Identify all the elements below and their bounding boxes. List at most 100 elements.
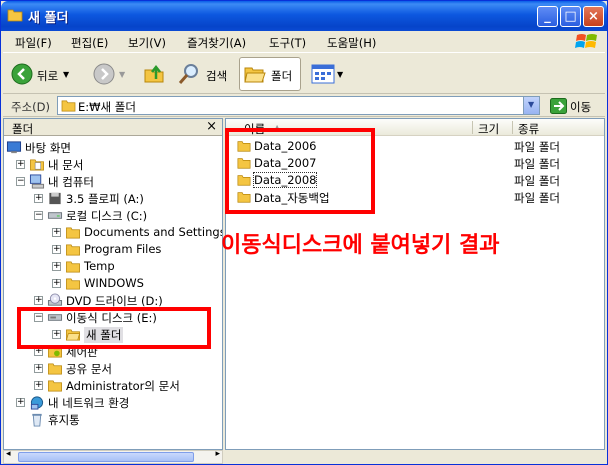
tree-item[interactable]: + 내 네트워크 환경 xyxy=(4,394,222,411)
file-type: 파일 폴더 xyxy=(514,140,560,154)
expand-icon[interactable]: + xyxy=(16,398,25,407)
dvd-icon xyxy=(47,292,63,308)
column-separator[interactable] xyxy=(512,121,513,134)
close-icon[interactable]: × xyxy=(206,119,217,134)
column-type[interactable]: 종류 xyxy=(518,121,539,137)
expand-icon[interactable]: + xyxy=(34,381,43,390)
back-button[interactable]: 뒤로 ▼ xyxy=(11,59,73,89)
folder-icon xyxy=(65,224,81,240)
tree-item-label: Temp xyxy=(84,259,115,273)
title-bar[interactable]: 새 폴더 _ □ × xyxy=(1,1,607,31)
views-icon xyxy=(311,64,335,84)
status-bar xyxy=(225,450,605,464)
address-input[interactable]: E:₩새 폴더 ▼ xyxy=(57,96,540,115)
windows-logo-icon xyxy=(575,34,597,48)
up-folder-button[interactable] xyxy=(141,59,167,89)
close-icon: × xyxy=(588,9,599,24)
column-size[interactable]: 크기 xyxy=(478,121,499,137)
folder-tree-pane[interactable]: 폴더 × 바탕 화면 + 내 문서 − 내 컴퓨터 +3.5 플로피 (A:) − 로컬 디스… xyxy=(3,118,223,450)
address-value: E:₩새 폴더 xyxy=(78,100,136,114)
maximize-button[interactable]: □ xyxy=(560,6,581,27)
tree-item[interactable]: + 공유 문서 xyxy=(4,360,222,377)
scrollbar-thumb[interactable] xyxy=(18,452,194,462)
go-label: 이동 xyxy=(570,100,592,114)
scroll-right-icon[interactable]: ▸ xyxy=(215,449,220,459)
annotation-box-files xyxy=(225,128,375,214)
minimize-icon: _ xyxy=(544,9,551,24)
forward-dropdown-icon[interactable]: ▼ xyxy=(119,70,125,79)
folder-icon xyxy=(47,360,63,376)
go-button[interactable]: 이동 xyxy=(548,97,604,115)
tree-header: 폴더 × xyxy=(4,119,222,136)
collapse-icon[interactable]: − xyxy=(16,177,25,186)
address-label: 주소(D) xyxy=(11,100,50,114)
search-icon xyxy=(178,64,198,84)
expand-icon[interactable]: + xyxy=(52,228,61,237)
back-arrow-icon xyxy=(11,63,33,85)
search-label: 검색 xyxy=(206,69,228,83)
expand-icon[interactable]: + xyxy=(34,364,43,373)
menu-help[interactable]: 도움말(H) xyxy=(327,35,376,51)
up-folder-icon xyxy=(144,64,164,83)
tree-header-label: 폴더 xyxy=(12,122,34,136)
computer-icon xyxy=(29,173,45,189)
back-dropdown-icon[interactable]: ▼ xyxy=(63,70,69,79)
tree-item[interactable]: + WINDOWS xyxy=(4,275,222,292)
tree-horizontal-scrollbar[interactable]: ◂ ▸ xyxy=(3,449,223,464)
tree-item-label: 내 문서 xyxy=(48,158,84,172)
scroll-left-icon[interactable]: ◂ xyxy=(6,449,11,459)
tree-item-label: 내 네트워크 환경 xyxy=(48,396,130,410)
tree-item[interactable]: 휴지통 xyxy=(4,411,222,428)
tree-item[interactable]: + Administrator의 문서 xyxy=(4,377,222,394)
expand-icon[interactable]: + xyxy=(16,160,25,169)
menu-view[interactable]: 보기(V) xyxy=(128,35,166,51)
tree-item-label: 공유 문서 xyxy=(66,362,112,376)
menu-tools[interactable]: 도구(T) xyxy=(269,35,306,51)
menu-edit[interactable]: 편집(E) xyxy=(71,35,108,51)
tree-item[interactable]: + 내 문서 xyxy=(4,156,222,173)
toolbar: 뒤로 ▼ ▼ 검색 폴더 ▼ xyxy=(3,54,605,94)
search-button[interactable]: 검색 xyxy=(177,59,235,89)
documents-icon xyxy=(29,156,45,172)
floppy-icon xyxy=(47,190,63,206)
expand-icon[interactable]: + xyxy=(52,279,61,288)
expand-icon[interactable]: + xyxy=(52,262,61,271)
views-button[interactable]: ▼ xyxy=(311,59,347,89)
file-type: 파일 폴더 xyxy=(514,174,560,188)
expand-icon[interactable]: + xyxy=(34,296,43,305)
column-separator[interactable] xyxy=(472,121,473,134)
tree-item-label: 내 컴퓨터 xyxy=(48,175,94,189)
tree-item[interactable]: + Program Files xyxy=(4,241,222,258)
tree-item-label: 휴지통 xyxy=(48,413,80,427)
expand-icon[interactable]: + xyxy=(52,245,61,254)
address-dropdown-button[interactable]: ▼ xyxy=(523,97,539,114)
drive-icon xyxy=(47,207,63,223)
tree-item[interactable]: 바탕 화면 xyxy=(4,139,222,156)
views-dropdown-icon[interactable]: ▼ xyxy=(337,70,343,79)
tree-item[interactable]: − 내 컴퓨터 xyxy=(4,173,222,190)
folders-button[interactable]: 폴더 xyxy=(239,57,301,91)
tree-item[interactable]: − 로컬 디스크 (C:) xyxy=(4,207,222,224)
collapse-icon[interactable]: − xyxy=(34,211,43,220)
close-button[interactable]: × xyxy=(583,6,604,27)
recycle-bin-icon xyxy=(29,411,45,427)
address-bar: 주소(D) E:₩새 폴더 ▼ 이동 xyxy=(3,95,605,117)
tree-item-label: WINDOWS xyxy=(84,276,144,290)
file-type: 파일 폴더 xyxy=(514,191,560,205)
explorer-window: 새 폴더 _ □ × 파일(F) 편집(E) 보기(V) 즐겨찾기(A) 도구(… xyxy=(0,0,608,465)
tree-item[interactable]: +3.5 플로피 (A:) xyxy=(4,190,222,207)
maximize-icon: □ xyxy=(564,9,577,24)
menu-file[interactable]: 파일(F) xyxy=(15,35,52,51)
expand-icon[interactable]: + xyxy=(34,194,43,203)
tree-item[interactable]: + Temp xyxy=(4,258,222,275)
tree-item-label: 바탕 화면 xyxy=(25,141,71,155)
window-title: 새 폴더 xyxy=(28,11,69,26)
tree-item[interactable]: + Documents and Settings xyxy=(4,224,222,241)
file-type: 파일 폴더 xyxy=(514,157,560,171)
minimize-button[interactable]: _ xyxy=(537,6,558,27)
forward-button[interactable]: ▼ xyxy=(93,59,127,89)
folder-icon xyxy=(65,241,81,257)
tree-item-label: Program Files xyxy=(84,242,162,256)
menu-favorites[interactable]: 즐겨찾기(A) xyxy=(187,35,246,51)
desktop-icon xyxy=(6,139,22,155)
